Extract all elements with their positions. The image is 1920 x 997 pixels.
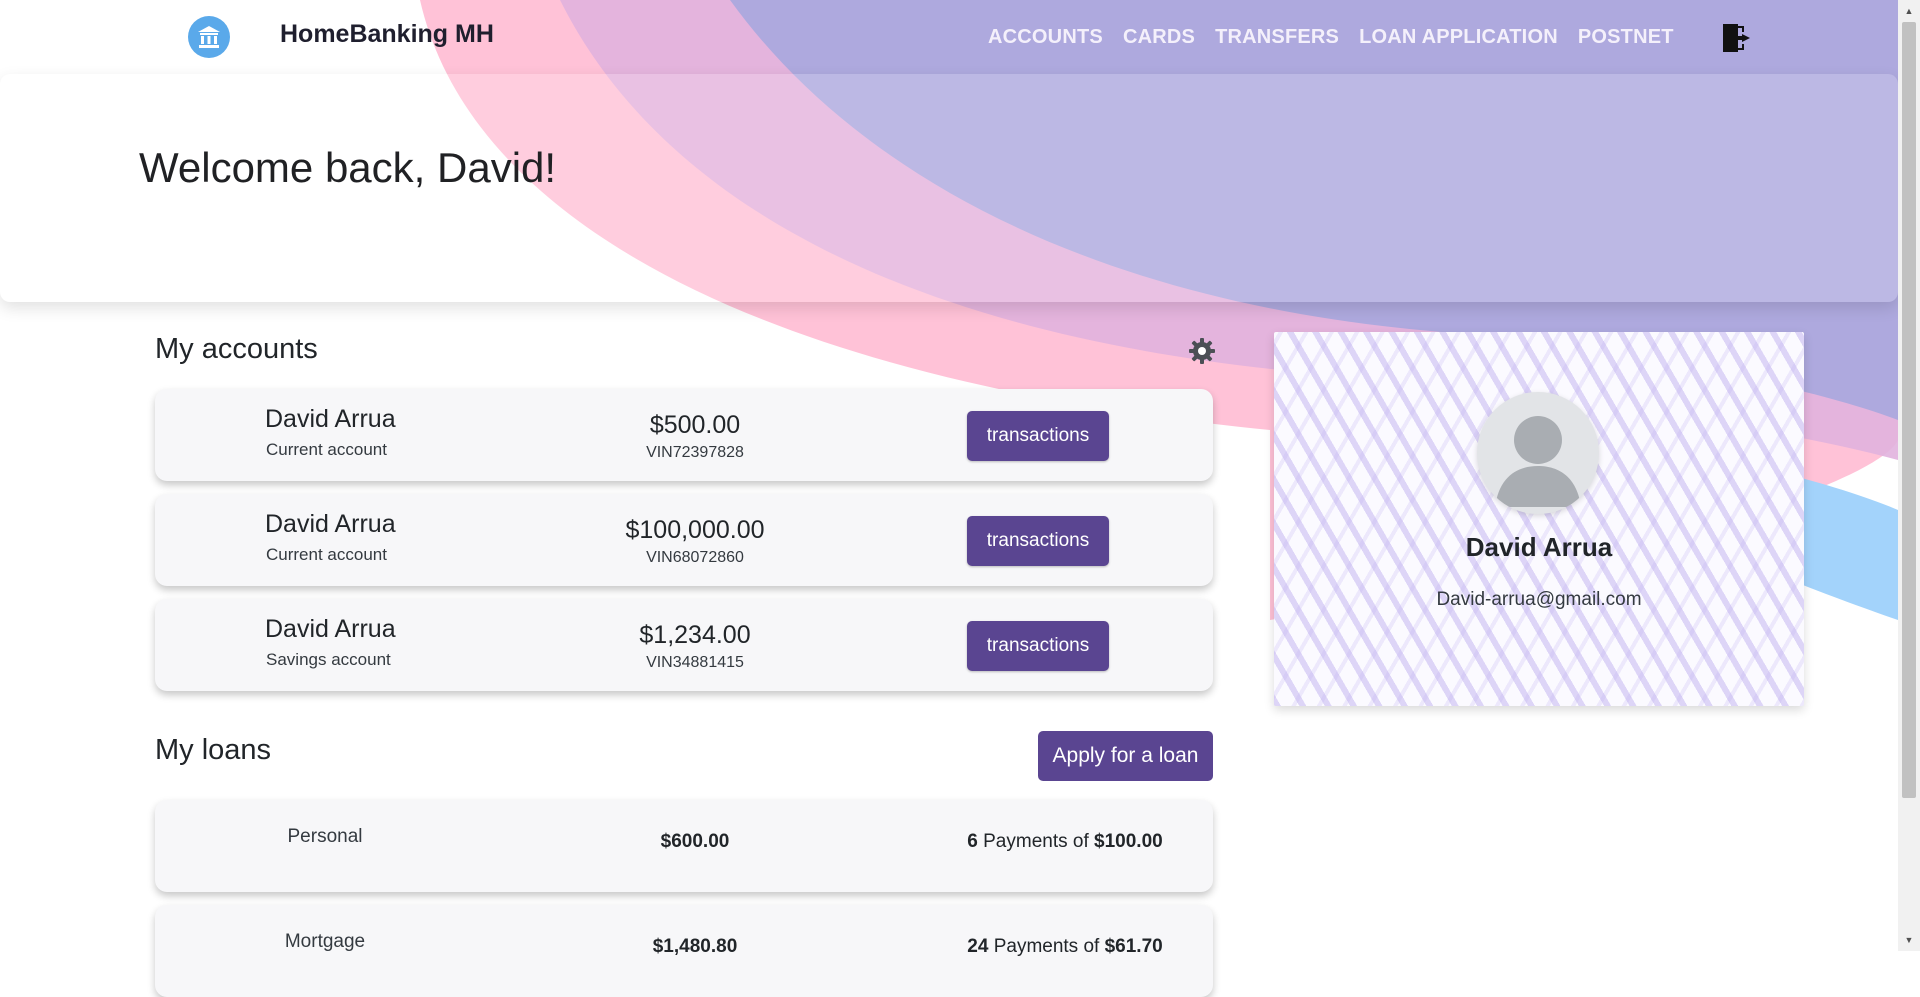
- nav-item-transfers[interactable]: TRANSFERS: [1215, 26, 1339, 49]
- loan-payments: 6 Payments of $100.00: [915, 831, 1215, 853]
- welcome-banner: Welcome back, David!: [0, 74, 1898, 302]
- account-type: Current account: [266, 545, 387, 564]
- transactions-button[interactable]: transactions: [967, 516, 1109, 566]
- loans-title: My loans: [155, 734, 272, 766]
- accounts-title: My accounts: [155, 333, 318, 365]
- user-avatar-icon: [1477, 392, 1599, 514]
- account-card: David Arrua Savings account $1,234.00 VI…: [155, 599, 1213, 691]
- payments-text: Payments of: [977, 831, 1095, 852]
- top-navbar: HomeBanking MH ACCOUNTS CARDS TRANSFERS …: [0, 0, 1898, 72]
- scrollbar-thumb[interactable]: [1902, 22, 1916, 798]
- loan-type: Mortgage: [284, 931, 366, 952]
- account-number: VIN72397828: [646, 444, 744, 461]
- account-balance: $1,234.00: [639, 621, 751, 649]
- loan-type: Personal: [287, 826, 363, 847]
- payments-text: Payments of: [988, 936, 1105, 957]
- account-card: David Arrua Current account $100,000.00 …: [155, 494, 1213, 586]
- account-owner: David Arrua: [265, 615, 396, 643]
- account-balance: $100,000.00: [625, 516, 765, 544]
- nav-item-postnet[interactable]: POSTNET: [1578, 26, 1674, 49]
- account-type: Savings account: [266, 650, 391, 669]
- account-type: Current account: [266, 440, 387, 459]
- account-owner: David Arrua: [265, 405, 396, 433]
- loan-card: Mortgage $1,480.80 24 Payments of $61.70: [155, 905, 1213, 997]
- bank-icon[interactable]: [188, 16, 230, 58]
- scroll-up-arrow-icon[interactable]: ▲: [1898, 2, 1920, 20]
- loan-amount: $1,480.80: [652, 936, 738, 957]
- loan-card: Personal $600.00 6 Payments of $100.00: [155, 800, 1213, 892]
- account-number: VIN68072860: [646, 549, 744, 566]
- profile-card: David Arrua David-arrua@gmail.com: [1274, 332, 1804, 706]
- payments-count: 24: [967, 936, 989, 957]
- welcome-heading: Welcome back, David!: [139, 144, 557, 191]
- account-owner: David Arrua: [265, 510, 396, 538]
- transactions-button[interactable]: transactions: [967, 411, 1109, 461]
- payment-amount: $100.00: [1094, 831, 1163, 852]
- nav-item-loan-application[interactable]: LOAN APPLICATION: [1359, 26, 1558, 49]
- profile-email: David-arrua@gmail.com: [1436, 589, 1642, 610]
- nav-item-accounts[interactable]: ACCOUNTS: [988, 26, 1103, 49]
- logout-icon[interactable]: [1720, 22, 1752, 54]
- loan-payments: 24 Payments of $61.70: [915, 936, 1215, 958]
- brand-name: HomeBanking MH: [280, 20, 494, 48]
- account-number: VIN34881415: [646, 654, 744, 671]
- nav-menu: ACCOUNTS CARDS TRANSFERS LOAN APPLICATIO…: [988, 26, 1674, 49]
- profile-name: David Arrua: [1465, 532, 1613, 562]
- scroll-down-arrow-icon[interactable]: ▼: [1898, 931, 1920, 949]
- gear-icon[interactable]: [1188, 337, 1216, 365]
- transactions-button[interactable]: transactions: [967, 621, 1109, 671]
- vertical-scrollbar[interactable]: ▲ ▼: [1898, 0, 1920, 951]
- payments-count: 6: [967, 831, 978, 852]
- apply-loan-button[interactable]: Apply for a loan: [1038, 731, 1213, 781]
- payment-amount: $61.70: [1104, 936, 1163, 957]
- nav-item-cards[interactable]: CARDS: [1123, 26, 1195, 49]
- account-card: David Arrua Current account $500.00 VIN7…: [155, 389, 1213, 481]
- account-balance: $500.00: [649, 411, 741, 439]
- loan-amount: $600.00: [660, 831, 730, 852]
